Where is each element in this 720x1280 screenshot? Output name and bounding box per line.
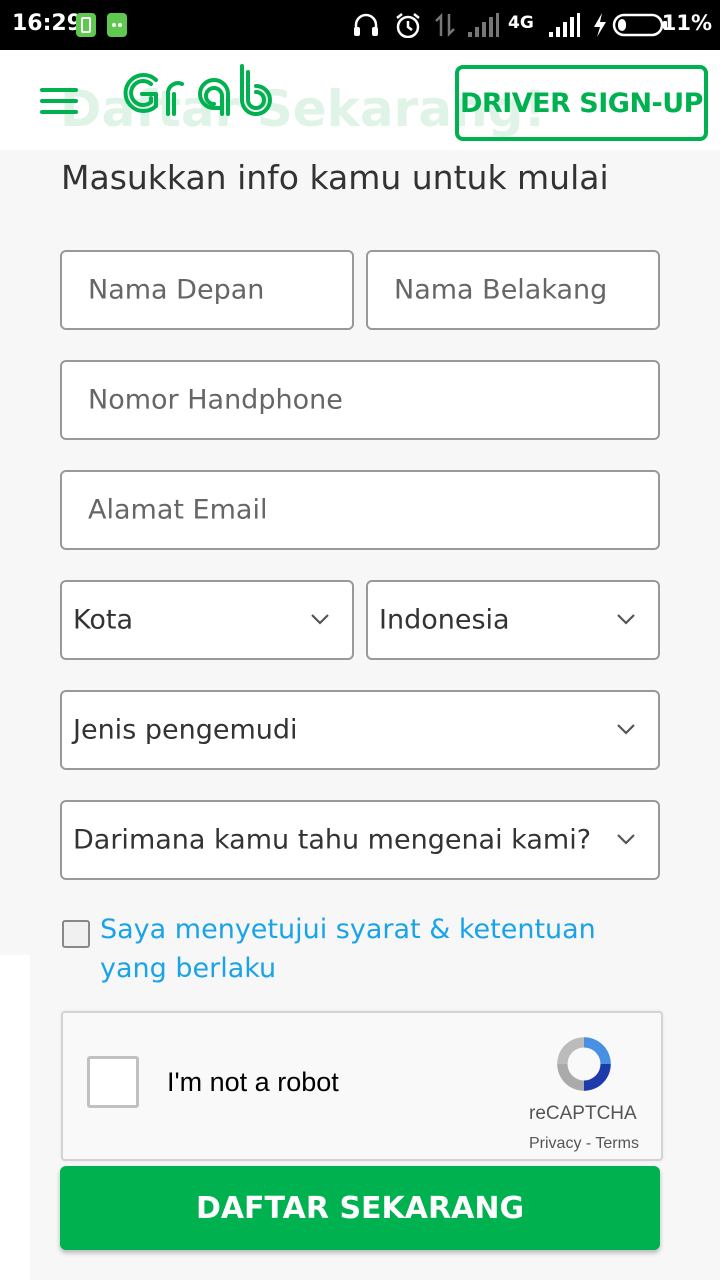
city-select[interactable]: Kota <box>60 580 354 660</box>
city-select-value: Kota <box>73 604 134 636</box>
network-type: 4G <box>508 13 534 33</box>
source-select[interactable]: Darimana kamu tahu mengenai kami? <box>60 800 660 880</box>
driver-type-select[interactable]: Jenis pengemudi <box>60 690 660 770</box>
first-name-placeholder: Nama Depan <box>88 274 265 306</box>
app-notification-icon <box>107 13 127 37</box>
source-select-value: Darimana kamu tahu mengenai kami? <box>73 824 592 856</box>
battery-icon <box>612 13 667 37</box>
recaptcha-icon <box>557 1037 611 1091</box>
grab-logo <box>123 64 272 116</box>
email-placeholder: Alamat Email <box>88 494 268 526</box>
chevron-down-icon <box>617 614 635 625</box>
driver-signup-button[interactable]: DRIVER SIGN-UP <box>455 65 708 141</box>
terms-link[interactable]: Saya menyetujui syarat & ketentuan yang … <box>100 910 660 988</box>
battery-saver-icon <box>76 13 96 37</box>
chevron-down-icon <box>617 724 635 735</box>
country-select[interactable]: Indonesia <box>366 580 660 660</box>
alarm-icon <box>396 13 420 38</box>
status-time: 16:29 <box>12 11 83 36</box>
terms-checkbox-box[interactable] <box>62 920 90 948</box>
recaptcha-label: I'm not a robot <box>167 1067 339 1097</box>
submit-button[interactable]: DAFTAR SEKARANG <box>60 1166 660 1250</box>
recaptcha-widget: I'm not a robot reCAPTCHA Privacy - Term… <box>61 1011 663 1161</box>
last-name-field[interactable]: Nama Belakang <box>366 250 660 330</box>
signal-icon-1 <box>468 13 499 37</box>
last-name-placeholder: Nama Belakang <box>394 274 608 306</box>
data-transfer-icon <box>435 12 455 38</box>
recaptcha-checkbox[interactable] <box>87 1056 139 1108</box>
email-field[interactable]: Alamat Email <box>60 470 660 550</box>
chevron-down-icon <box>311 614 329 625</box>
phone-field[interactable]: Nomor Handphone <box>60 360 660 440</box>
chevron-down-icon <box>617 834 635 845</box>
first-name-field[interactable]: Nama Depan <box>60 250 354 330</box>
form-title: Masukkan info kamu untuk mulai <box>61 158 609 197</box>
signal-icon-2 <box>549 13 580 37</box>
recaptcha-brand: reCAPTCHA <box>529 1103 637 1124</box>
headphones-icon <box>354 13 378 36</box>
status-bar: 16:29 4G 11% <box>0 0 720 50</box>
country-select-value: Indonesia <box>379 604 510 636</box>
menu-icon[interactable] <box>40 88 78 114</box>
phone-placeholder: Nomor Handphone <box>88 384 343 416</box>
charging-icon <box>594 13 606 37</box>
driver-type-select-value: Jenis pengemudi <box>73 714 298 746</box>
recaptcha-links[interactable]: Privacy - Terms <box>529 1135 639 1153</box>
battery-percent: 11% <box>661 11 712 35</box>
